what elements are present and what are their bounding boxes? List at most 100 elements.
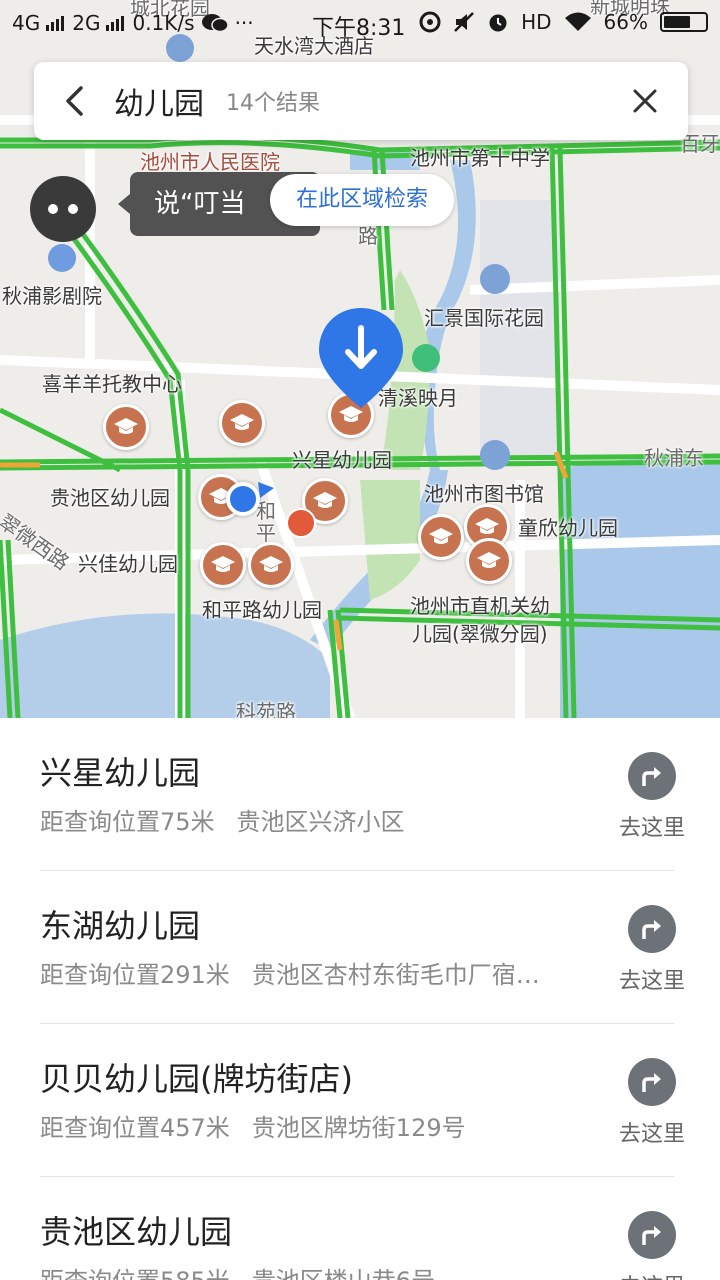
turn-right-icon (628, 752, 676, 800)
music-venue-icon (48, 244, 76, 272)
kindergarten-marker[interactable] (200, 542, 246, 588)
signal-icon-2 (106, 16, 125, 31)
map-label: 秋浦影剧院 (2, 284, 102, 308)
result-item[interactable]: 东湖幼儿园 距查询位置291米 贵池区杏村东街毛巾厂宿… 去这里 (0, 871, 720, 1023)
result-name: 贝贝幼儿园(牌坊街店) (40, 1060, 353, 1098)
result-address: 贵池区牌坊街129号 (251, 1114, 466, 1142)
assistant-eye (48, 204, 58, 214)
mute-icon (454, 12, 474, 32)
sync-icon (419, 11, 441, 33)
battery-level (664, 16, 690, 28)
result-meta: 距查询位置291米 贵池区杏村东街毛巾厂宿… (40, 955, 580, 990)
graduation-cap-icon (475, 518, 499, 534)
result-address: 贵池区楼山巷6号 (252, 1267, 435, 1280)
kindergarten-marker[interactable] (219, 400, 265, 446)
navigate-button[interactable]: 去这里 (610, 905, 694, 995)
kindergarten-marker[interactable] (418, 514, 464, 560)
assistant-eye (68, 204, 78, 214)
result-meta: 距查询位置585米 贵池区楼山巷6号 (40, 1261, 580, 1280)
navigate-button[interactable]: 去这里 (610, 752, 694, 842)
turn-right-icon (628, 1211, 676, 1259)
graduation-cap-icon (114, 418, 138, 434)
map-label: 池州市直机关幼 (410, 594, 550, 618)
kindergarten-marker[interactable] (248, 542, 294, 588)
navigate-label: 去这里 (618, 1122, 685, 1147)
map-label: 池州市第十中学 (410, 146, 550, 170)
battery-percent: 66% (603, 10, 648, 34)
result-meta: 距查询位置75米 贵池区兴济小区 (40, 802, 580, 837)
heading-arrow-icon (258, 482, 274, 498)
map-label: 和平 (256, 499, 276, 545)
result-name: 兴星幼儿园 (40, 754, 201, 792)
map-label: 池州市人民医院 (140, 150, 280, 174)
current-location-dot (226, 482, 260, 516)
map-label: 路 (358, 224, 378, 248)
network-type-2: 2G (72, 11, 101, 35)
library-icon (480, 440, 510, 470)
graduation-cap-icon (230, 414, 254, 430)
navigate-label: 去这里 (618, 816, 685, 841)
graduation-cap-icon (429, 528, 453, 544)
selected-location-pin[interactable] (316, 306, 406, 410)
signal-icon (46, 16, 65, 31)
chevron-left-icon (66, 86, 83, 116)
scenic-spot-icon (412, 344, 440, 372)
search-query[interactable]: 幼儿园 (114, 79, 204, 123)
navigate-button[interactable]: 去这里 (610, 1058, 694, 1148)
residential-icon (480, 264, 510, 294)
map-label: 汇景国际花园 (424, 306, 544, 330)
voice-assistant-button[interactable] (30, 176, 96, 242)
more-notifications: ··· (234, 11, 254, 35)
result-address: 贵池区杏村东街毛巾厂宿… (251, 961, 540, 989)
back-button[interactable] (34, 62, 114, 140)
map-label: 兴星幼儿园 (292, 448, 392, 472)
construction-icon (286, 508, 316, 538)
result-count: 14个结果 (226, 91, 320, 116)
result-distance: 距查询位置75米 (40, 808, 215, 836)
map-label: 科苑路 (236, 700, 296, 718)
map-label: 秋浦东 (644, 446, 704, 470)
graduation-cap-icon (313, 492, 337, 508)
wifi-icon (564, 12, 591, 31)
hd-indicator: HD (521, 10, 552, 34)
result-distance: 距查询位置291米 (40, 961, 230, 989)
result-distance: 距查询位置585米 (40, 1267, 230, 1280)
results-list[interactable]: 兴星幼儿园 距查询位置75米 贵池区兴济小区 去这里 东湖幼儿园 距查询位置291… (0, 718, 720, 1280)
battery-icon (660, 12, 708, 32)
map-label: 童欣幼儿园 (518, 516, 618, 540)
search-bar[interactable]: 幼儿园 14个结果 (34, 62, 688, 140)
turn-right-icon (628, 905, 676, 953)
turn-right-icon (628, 1058, 676, 1106)
result-meta: 距查询位置457米 贵池区牌坊街129号 (40, 1108, 580, 1143)
map-label: 喜羊羊托教中心 (42, 372, 182, 396)
network-speed: 0.1K/s (132, 11, 195, 35)
navigate-button[interactable]: 去这里 (610, 1211, 694, 1280)
map-label: 儿园(翠微分园) (412, 622, 548, 646)
result-name: 贵池区幼儿园 (40, 1213, 233, 1251)
kindergarten-marker[interactable] (103, 404, 149, 450)
map-label: 池州市图书馆 (424, 482, 544, 506)
navigate-label: 去这里 (618, 969, 685, 994)
kindergarten-marker[interactable] (466, 538, 512, 584)
speech-bubble-tail (118, 194, 130, 214)
graduation-cap-icon (259, 556, 283, 572)
graduation-cap-icon (211, 556, 235, 572)
result-item[interactable]: 贵池区幼儿园 距查询位置585米 贵池区楼山巷6号 去这里 (0, 1177, 720, 1280)
clock: 下午8:31 (312, 16, 406, 41)
network-type: 4G (12, 11, 41, 35)
result-name: 东湖幼儿园 (40, 907, 201, 945)
result-distance: 距查询位置457米 (40, 1114, 230, 1142)
map-label: 和平路幼儿园 (202, 598, 322, 622)
map-label: 贵池区幼儿园 (50, 486, 170, 510)
result-item[interactable]: 兴星幼儿园 距查询位置75米 贵池区兴济小区 去这里 (0, 718, 720, 870)
graduation-cap-icon (477, 552, 501, 568)
result-address: 贵池区兴济小区 (236, 808, 405, 836)
status-bar: 4G 2G 0.1K/s ··· 下午8:31 HD 66% (0, 0, 720, 46)
alarm-icon (489, 14, 507, 32)
result-item[interactable]: 贝贝幼儿园(牌坊街店) 距查询位置457米 贵池区牌坊街129号 去这里 (0, 1024, 720, 1176)
clear-search-button[interactable] (620, 76, 670, 126)
wechat-icon (201, 14, 229, 33)
close-icon (633, 89, 657, 113)
navigate-label: 去这里 (610, 1269, 694, 1280)
search-this-area-button[interactable]: 在此区域检索 (270, 174, 454, 226)
